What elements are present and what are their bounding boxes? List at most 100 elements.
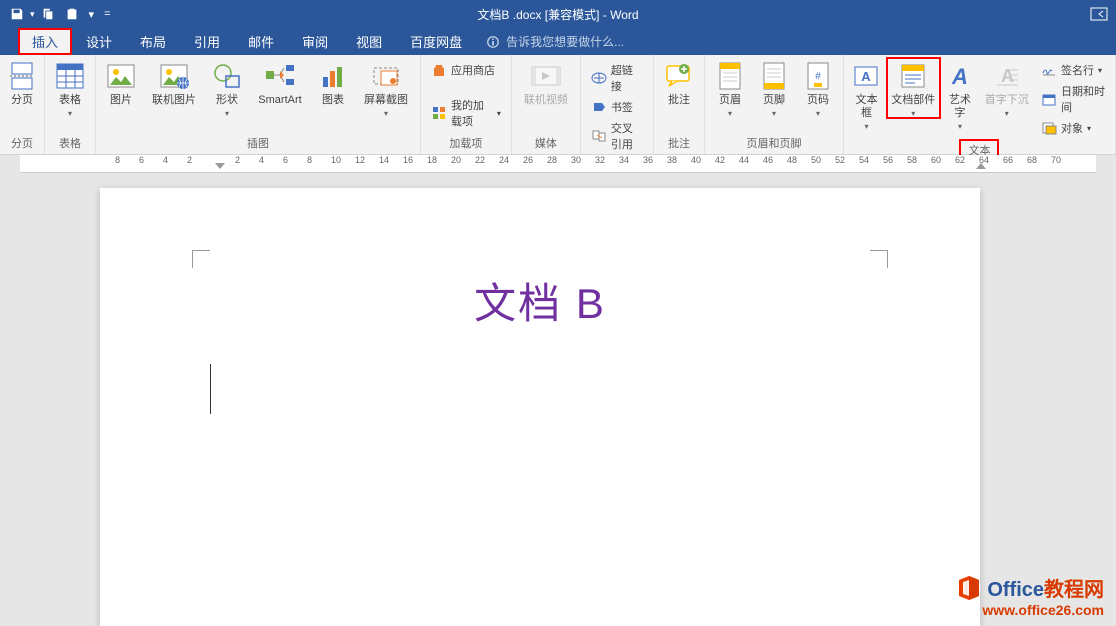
dropcap-button[interactable]: A 首字下沉 ▾ [980,58,1033,118]
crossref-button[interactable]: 交叉引用 [587,118,647,154]
store-button[interactable]: 应用商店 [427,60,505,80]
window-title: 文档B .docx [兼容模式] - Word [477,6,638,23]
indent-marker-icon[interactable] [215,163,225,173]
page-break-icon [6,60,38,92]
titlebar: ▾ ▾ = 文档B .docx [兼容模式] - Word [0,0,1116,28]
paste-icon[interactable] [61,3,83,25]
window-ribbon-options[interactable] [1090,7,1108,21]
hyperlink-icon [591,70,607,86]
tab-baidu[interactable]: 百度网盘 [396,28,476,55]
tab-design[interactable]: 设计 [72,28,126,55]
store-icon [431,62,447,78]
tab-references[interactable]: 引用 [180,28,234,55]
group-text: A 文本框 ▾ 文档部件 ▾ A 艺术字 ▾ A [844,55,1116,154]
my-addins-button[interactable]: 我的加载项 ▾ [427,95,505,131]
dropdown-arrow-icon: ▾ [68,109,72,118]
object-icon [1041,120,1057,136]
dropdown-arrow-icon: ▾ [772,109,776,118]
group-label-tables: 表格 [49,133,91,154]
tell-me-search[interactable]: 告诉我您想要做什么... [486,33,624,50]
dropdown-arrow-icon: ▾ [225,109,229,118]
crossref-icon [591,128,607,144]
group-comments: 批注 批注 [654,55,705,154]
watermark-url: www.office26.com [955,602,1104,618]
textbox-icon: A [850,60,882,92]
text-cursor [210,364,211,414]
margin-corner-icon [870,250,888,268]
dropdown-arrow-icon: ▾ [911,109,915,118]
bookmark-icon [591,99,607,115]
wordart-button[interactable]: A 艺术字 ▾ [942,58,979,131]
comment-icon [663,60,695,92]
tab-layout[interactable]: 布局 [126,28,180,55]
group-tables: 表格 ▾ 表格 [45,55,96,154]
quick-access-toolbar: ▾ ▾ = [0,3,111,25]
dropcap-icon: A [991,60,1023,92]
group-label-headerfooter: 页眉和页脚 [709,133,839,154]
save-icon[interactable] [6,3,28,25]
page-break-button[interactable]: 分页 [4,58,40,107]
footer-icon [758,60,790,92]
quickparts-button[interactable]: 文档部件 ▾ [887,58,940,118]
header-button[interactable]: 页眉 ▾ [709,58,751,118]
picture-button[interactable]: 图片 [100,58,142,107]
video-icon [530,60,562,92]
picture-icon [105,60,137,92]
bookmark-button[interactable]: 书签 [587,97,647,117]
group-label-comments: 批注 [658,133,700,154]
chart-button[interactable]: 图表 [312,58,354,107]
svg-text:#: # [815,71,821,82]
header-icon [714,60,746,92]
dropdown-arrow-icon: ▾ [1005,109,1009,118]
object-button[interactable]: 对象 ▾ [1037,118,1109,138]
wordart-icon: A [944,60,976,92]
shapes-button[interactable]: 形状 ▾ [206,58,248,118]
dropdown-arrow-icon: ▾ [728,109,732,118]
online-picture-icon [158,60,190,92]
chart-icon [317,60,349,92]
hyperlink-button[interactable]: 超链接 [587,60,647,96]
table-icon [54,60,86,92]
svg-text:A: A [862,69,872,84]
group-media: 联机视频 媒体 [512,55,581,154]
svg-text:A: A [951,64,968,89]
tab-review[interactable]: 审阅 [288,28,342,55]
svg-text:A: A [1001,66,1014,86]
watermark: Office教程网 www.office26.com [955,573,1104,618]
indent-marker-icon[interactable] [976,163,986,173]
office-logo-icon [955,574,983,602]
datetime-button[interactable]: 日期和时间 [1037,81,1109,117]
group-label-pages: 分页 [4,133,40,154]
textbox-button[interactable]: A 文本框 ▾ [848,58,885,131]
pagenum-icon: # [802,60,834,92]
group-addins: 应用商店 我的加载项 ▾ 加载项 [421,55,512,154]
page[interactable]: 文档 B [100,188,980,626]
online-video-button[interactable]: 联机视频 [516,58,576,107]
pagenum-button[interactable]: # 页码 ▾ [797,58,839,118]
smartart-button[interactable]: SmartArt [250,58,310,107]
ribbon: 分页 分页 表格 ▾ 表格 图片 [0,55,1116,155]
screenshot-icon [370,60,402,92]
tab-insert[interactable]: 插入 [18,28,72,55]
footer-button[interactable]: 页脚 ▾ [753,58,795,118]
dropdown-arrow-icon: ▾ [384,109,388,118]
screenshot-button[interactable]: 屏幕截图 ▾ [356,58,416,118]
tell-me-placeholder: 告诉我您想要做什么... [506,33,624,50]
group-illustrations: 图片 联机图片 形状 ▾ SmartArt [96,55,421,154]
group-headerfooter: 页眉 ▾ 页脚 ▾ # 页码 ▾ 页眉和页脚 [705,55,844,154]
copy-icon[interactable] [37,3,59,25]
shapes-icon [211,60,243,92]
tab-view[interactable]: 视图 [342,28,396,55]
group-links: 超链接 书签 交叉引用 链接 [581,55,654,154]
table-button[interactable]: 表格 ▾ [49,58,91,118]
document-area: 文档 B [0,173,1116,626]
document-heading[interactable]: 文档 B [190,270,890,331]
horizontal-ruler[interactable]: 8642246810121416182022242628303234363840… [20,155,1096,173]
signature-button[interactable]: 签名行 ▾ [1037,60,1109,80]
comment-button[interactable]: 批注 [658,58,700,107]
online-picture-button[interactable]: 联机图片 [144,58,204,107]
addins-icon [431,105,447,121]
tab-mailings[interactable]: 邮件 [234,28,288,55]
ribbon-tabs: 插入 设计 布局 引用 邮件 审阅 视图 百度网盘 告诉我您想要做什么... [0,28,1116,55]
dropdown-arrow-icon: ▾ [958,122,962,131]
